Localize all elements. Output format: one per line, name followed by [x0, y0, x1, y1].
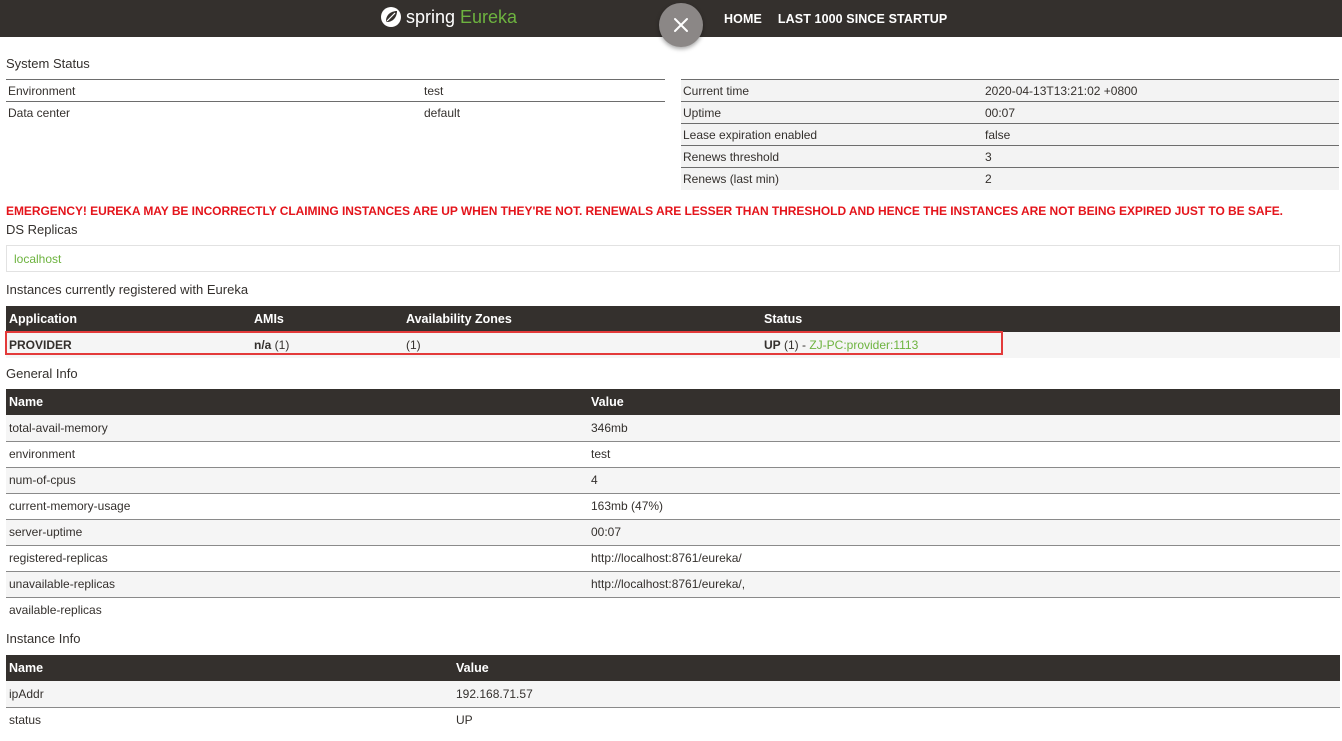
- instance-info-header-row: Name Value: [6, 655, 1340, 681]
- status-value: default: [422, 101, 665, 124]
- col-status: Status: [761, 306, 1340, 332]
- status-up: UP: [764, 338, 781, 352]
- status-key: Environment: [6, 79, 422, 102]
- table-row: current-memory-usage 163mb (47%): [6, 493, 1340, 520]
- close-icon: [674, 18, 688, 32]
- info-value: http://localhost:8761/eureka/,: [588, 571, 1340, 598]
- status-row: Renews (last min) 2: [681, 167, 1339, 190]
- status-row: Lease expiration enabled false: [681, 123, 1339, 146]
- status-key: Renews (last min): [681, 167, 983, 190]
- col-availability-zones: Availability Zones: [403, 306, 761, 332]
- info-name: registered-replicas: [6, 545, 588, 572]
- instance-info-title: Instance Info: [6, 631, 81, 646]
- nav-last-1000-link[interactable]: LAST 1000 SINCE STARTUP: [778, 12, 947, 26]
- table-row: unavailable-replicas http://localhost:87…: [6, 571, 1340, 598]
- info-name: current-memory-usage: [6, 493, 588, 520]
- instance-row-provider: PROVIDER n/a (1) (1) UP (1) - ZJ-PC:prov…: [6, 332, 1340, 358]
- system-status-left-table: Environment test Data center default: [6, 79, 665, 124]
- status-value: 3: [983, 145, 1339, 168]
- info-name: environment: [6, 441, 588, 468]
- table-row: ipAddr 192.168.71.57: [6, 681, 1340, 708]
- status-key: Data center: [6, 101, 422, 124]
- amis-value: n/a: [254, 338, 272, 352]
- info-value: test: [588, 441, 1340, 468]
- status-key: Current time: [681, 79, 983, 102]
- status-value: test: [422, 79, 665, 102]
- replica-link-localhost[interactable]: localhost: [14, 252, 61, 266]
- table-row: registered-replicas http://localhost:876…: [6, 545, 1340, 572]
- status-row: Data center default: [6, 101, 665, 124]
- instance-status: UP (1) - ZJ-PC:provider:1113: [761, 332, 1340, 358]
- nav-home-link[interactable]: HOME: [724, 12, 762, 26]
- info-value: 163mb (47%): [588, 493, 1340, 520]
- info-name: total-avail-memory: [6, 415, 588, 442]
- col-value: Value: [453, 655, 1340, 681]
- table-row: available-replicas: [6, 597, 1340, 623]
- general-info-title: General Info: [6, 366, 78, 381]
- general-info-header-row: Name Value: [6, 389, 1340, 415]
- col-name: Name: [6, 655, 453, 681]
- info-value: 00:07: [588, 519, 1340, 546]
- nav-links: HOME LAST 1000 SINCE STARTUP: [724, 0, 963, 37]
- table-row: status UP: [6, 707, 1340, 733]
- info-name: ipAddr: [6, 681, 453, 708]
- info-value: UP: [456, 713, 473, 728]
- status-key: Lease expiration enabled: [681, 123, 983, 146]
- amis-count: (1): [271, 338, 290, 352]
- info-value: 346mb: [588, 415, 1340, 442]
- status-value: 00:07: [983, 101, 1339, 124]
- info-name: server-uptime: [6, 519, 588, 546]
- status-value: false: [983, 123, 1339, 146]
- status-key: Uptime: [681, 101, 983, 124]
- info-name: num-of-cpus: [6, 467, 588, 494]
- general-info-table: Name Value total-avail-memory 346mb envi…: [6, 389, 1340, 623]
- instances-table: Application AMIs Availability Zones Stat…: [6, 306, 1340, 358]
- table-row: environment test: [6, 441, 1340, 468]
- ds-replicas-title: DS Replicas: [6, 222, 78, 237]
- col-application: Application: [6, 306, 251, 332]
- info-value: [588, 597, 1340, 623]
- brand-spring-text: spring: [406, 6, 456, 27]
- table-row: num-of-cpus 4: [6, 467, 1340, 494]
- status-row: Current time 2020-04-13T13:21:02 +0800: [681, 79, 1339, 102]
- info-value: 192.168.71.57: [453, 681, 1340, 708]
- info-value: http://localhost:8761/eureka/: [588, 545, 1340, 572]
- info-name: unavailable-replicas: [6, 571, 588, 598]
- table-row: total-avail-memory 346mb: [6, 415, 1340, 442]
- status-value: 2020-04-13T13:21:02 +0800: [983, 79, 1339, 102]
- table-row: server-uptime 00:07: [6, 519, 1340, 546]
- status-row: Environment test: [6, 79, 665, 102]
- col-amis: AMIs: [251, 306, 403, 332]
- status-row: Renews threshold 3: [681, 145, 1339, 168]
- ds-replicas-list: localhost: [6, 245, 1340, 272]
- instance-amis: n/a (1): [251, 332, 403, 358]
- status-row: Uptime 00:07: [681, 101, 1339, 124]
- instance-link[interactable]: ZJ-PC:provider:1113: [809, 338, 918, 352]
- status-count: (1) -: [780, 338, 810, 352]
- brand-eureka-text: Eureka: [460, 6, 518, 27]
- col-name: Name: [6, 389, 588, 415]
- system-status-right-table: Current time 2020-04-13T13:21:02 +0800 U…: [681, 79, 1339, 190]
- instance-info-table: Name Value ipAddr 192.168.71.57 status U…: [6, 655, 1340, 733]
- info-name: status: [9, 713, 42, 728]
- close-button[interactable]: [659, 3, 703, 47]
- instance-application: PROVIDER: [6, 332, 251, 358]
- instance-zones: (1): [403, 332, 761, 358]
- info-value: 4: [588, 467, 1340, 494]
- instances-title: Instances currently registered with Eure…: [6, 282, 249, 297]
- status-value: 2: [983, 167, 1339, 190]
- system-status-title: System Status: [6, 56, 90, 71]
- info-name: available-replicas: [9, 603, 102, 618]
- spring-leaf-icon: [381, 7, 401, 27]
- emergency-warning: EMERGENCY! EUREKA MAY BE INCORRECTLY CLA…: [6, 204, 1283, 218]
- col-value: Value: [588, 389, 1340, 415]
- brand-logo[interactable]: spring Eureka: [380, 5, 517, 29]
- status-key: Renews threshold: [681, 145, 983, 168]
- instances-header-row: Application AMIs Availability Zones Stat…: [6, 306, 1340, 332]
